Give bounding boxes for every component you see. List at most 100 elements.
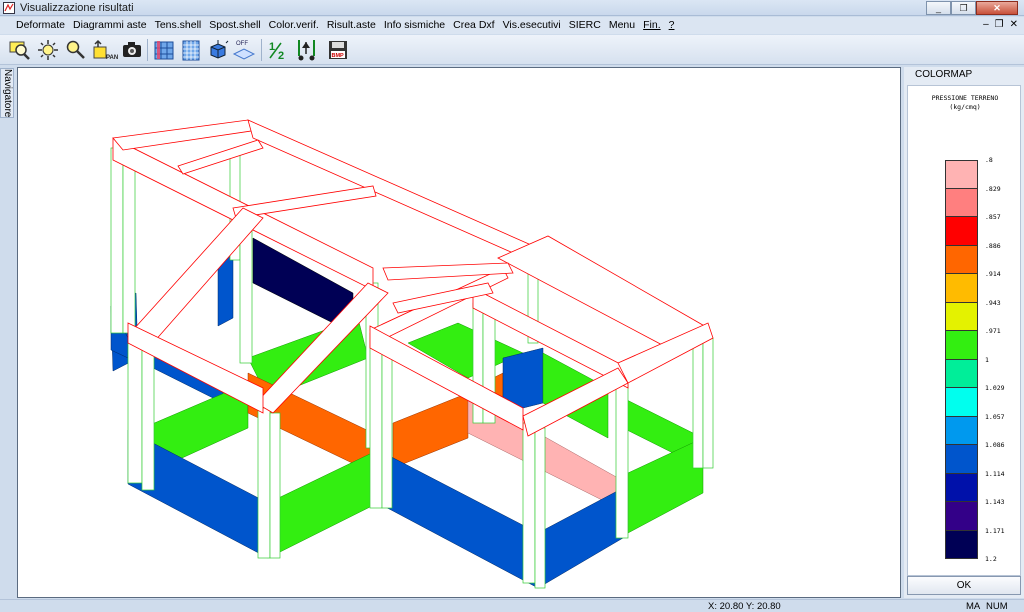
colormap-tick-label: .943 (985, 298, 1001, 307)
frame-grid-icon[interactable] (179, 38, 203, 62)
pan-icon[interactable] (36, 38, 60, 62)
colormap-swatch (945, 445, 978, 474)
column-4b (141, 349, 155, 491)
menu-help[interactable]: ? (665, 17, 679, 34)
title-bar: Visualizzazione risultati _ ❐ ✕ (0, 0, 1024, 16)
zoom-window-icon[interactable] (8, 38, 32, 62)
column-4 (127, 342, 143, 484)
num-indicator: NUM (986, 601, 1008, 612)
menu-color-verif[interactable]: Color.verif. (265, 17, 323, 34)
colormap-swatch (945, 388, 978, 417)
menu-risult-aste[interactable]: Risult.aste (323, 17, 380, 34)
colormap-swatch (945, 331, 978, 360)
column-1 (110, 147, 124, 334)
colormap-swatch (945, 245, 978, 274)
column-5b (269, 412, 281, 559)
colormap-legend (945, 160, 978, 559)
menu-diagrammi-aste[interactable]: Diagrammi aste (69, 17, 151, 34)
foundation-front-right-blue-2 (537, 487, 624, 589)
mdi-close-button[interactable]: ✕ (1010, 19, 1018, 30)
colormap-tick-label: 1.2 (985, 555, 997, 563)
foundation-wall-green-r4 (627, 437, 704, 534)
window-title: Visualizzazione risultati (20, 2, 134, 14)
column-7 (369, 332, 383, 509)
menu-menu[interactable]: Menu (605, 17, 639, 34)
colormap-panel: COLORMAP PRESSIONE TERRENO (kg/cmq) .8 .8… (904, 67, 1024, 598)
bmp-label: BMP (332, 53, 345, 59)
column-10 (522, 422, 536, 584)
colormap-tick-label: 1.143 (985, 498, 1005, 506)
colormap-tick-label: 1.029 (985, 384, 1005, 392)
colormap-tick-label: .829 (985, 184, 1001, 193)
column-12 (692, 332, 704, 469)
close-button[interactable]: ✕ (976, 1, 1018, 15)
save-bmp-icon[interactable]: BMP (326, 38, 350, 62)
foundation-wall-orange-2 (392, 392, 469, 469)
maximize-button[interactable]: ❐ (951, 1, 976, 15)
colormap-swatch (945, 502, 978, 531)
status-bar: X: 20.80 Y: 20.80 MA NUM (0, 599, 1024, 612)
zoom-dynamic-icon[interactable]: PAN (92, 38, 118, 62)
beam-top-mid-cross-2 (177, 139, 264, 175)
menu-sierc[interactable]: SIERC (565, 17, 605, 34)
colormap-tick-label: 1.114 (985, 469, 1005, 478)
colormap-tick-label: .886 (985, 241, 1001, 250)
colormap-tick-label: 1.057 (985, 412, 1005, 421)
column-10b (534, 427, 546, 589)
column-12b (702, 337, 714, 469)
structure-3d-view (110, 119, 714, 589)
menu-deformate[interactable]: Deformate (12, 17, 69, 34)
view-3d-icon[interactable] (206, 38, 230, 62)
off-toggle-icon[interactable]: OFF (232, 38, 256, 62)
svg-text:2: 2 (278, 50, 284, 61)
column-11 (615, 372, 629, 539)
navigator-tab[interactable]: Navigatore (0, 68, 14, 118)
menu-info-sismiche[interactable]: Info sismiche (380, 17, 449, 34)
app-icon (3, 2, 15, 14)
off-label: OFF (236, 41, 248, 47)
colormap-tick-label: .8 (985, 156, 993, 164)
mdi-restore-button[interactable]: ❐ (995, 19, 1004, 30)
colormap-swatch (945, 359, 978, 388)
colormap-tick-label: .914 (985, 270, 1001, 278)
mdi-minimize-button[interactable]: – (983, 19, 989, 30)
colormap-swatch (945, 217, 978, 246)
camera-icon[interactable] (120, 38, 144, 62)
ma-indicator: MA (966, 601, 981, 612)
colormap-title: PRESSIONE TERRENO (931, 94, 999, 102)
colormap-swatch (945, 160, 978, 189)
zoom-icon[interactable] (64, 38, 88, 62)
menu-spost-shell[interactable]: Spost.shell (205, 17, 264, 34)
menu-vis-esecutivi[interactable]: Vis.esecutivi (499, 17, 565, 34)
colormap-tick-label: 1.171 (985, 526, 1005, 535)
colormap-swatch (945, 188, 978, 217)
fraction-icon[interactable]: 12 (266, 38, 290, 62)
svg-text:PAN: PAN (106, 55, 118, 61)
colormap-body: PRESSIONE TERRENO (kg/cmq) .8 .829 .857 .88… (907, 85, 1021, 576)
column-1b (122, 152, 136, 334)
colormap-tick-label: 1.086 (985, 441, 1005, 449)
menu-bar: Deformate Diagrammi aste Tens.shell Spos… (0, 17, 1024, 34)
menu-crea-dxf[interactable]: Crea Dxf (449, 17, 498, 34)
measure-icon[interactable] (294, 38, 320, 62)
beam-top-left-back (112, 119, 259, 151)
menu-fin[interactable]: Fin. (639, 17, 665, 34)
toolbar: PAN OFF 12 BMP (0, 35, 1024, 65)
cursor-coordinates: X: 20.80 Y: 20.80 (708, 601, 781, 612)
colormap-swatch (945, 416, 978, 445)
colormap-swatch (945, 473, 978, 502)
foundation-front-right-blue (377, 449, 539, 589)
colormap-swatch (945, 302, 978, 331)
colormap-tick-label: .971 (985, 327, 1001, 335)
frame-front-icon[interactable] (152, 38, 176, 62)
column-5 (257, 407, 271, 559)
colormap-units: (kg/cmq) (949, 103, 981, 111)
ok-button[interactable]: OK (907, 576, 1021, 595)
colormap-swatch (945, 274, 978, 303)
minimize-button[interactable]: _ (926, 1, 951, 15)
beam-top-mid-cross (232, 185, 377, 219)
foundation-front-left-green (267, 449, 379, 559)
menu-tens-shell[interactable]: Tens.shell (151, 17, 206, 34)
column-7b (381, 337, 393, 509)
model-viewport[interactable] (17, 67, 901, 598)
